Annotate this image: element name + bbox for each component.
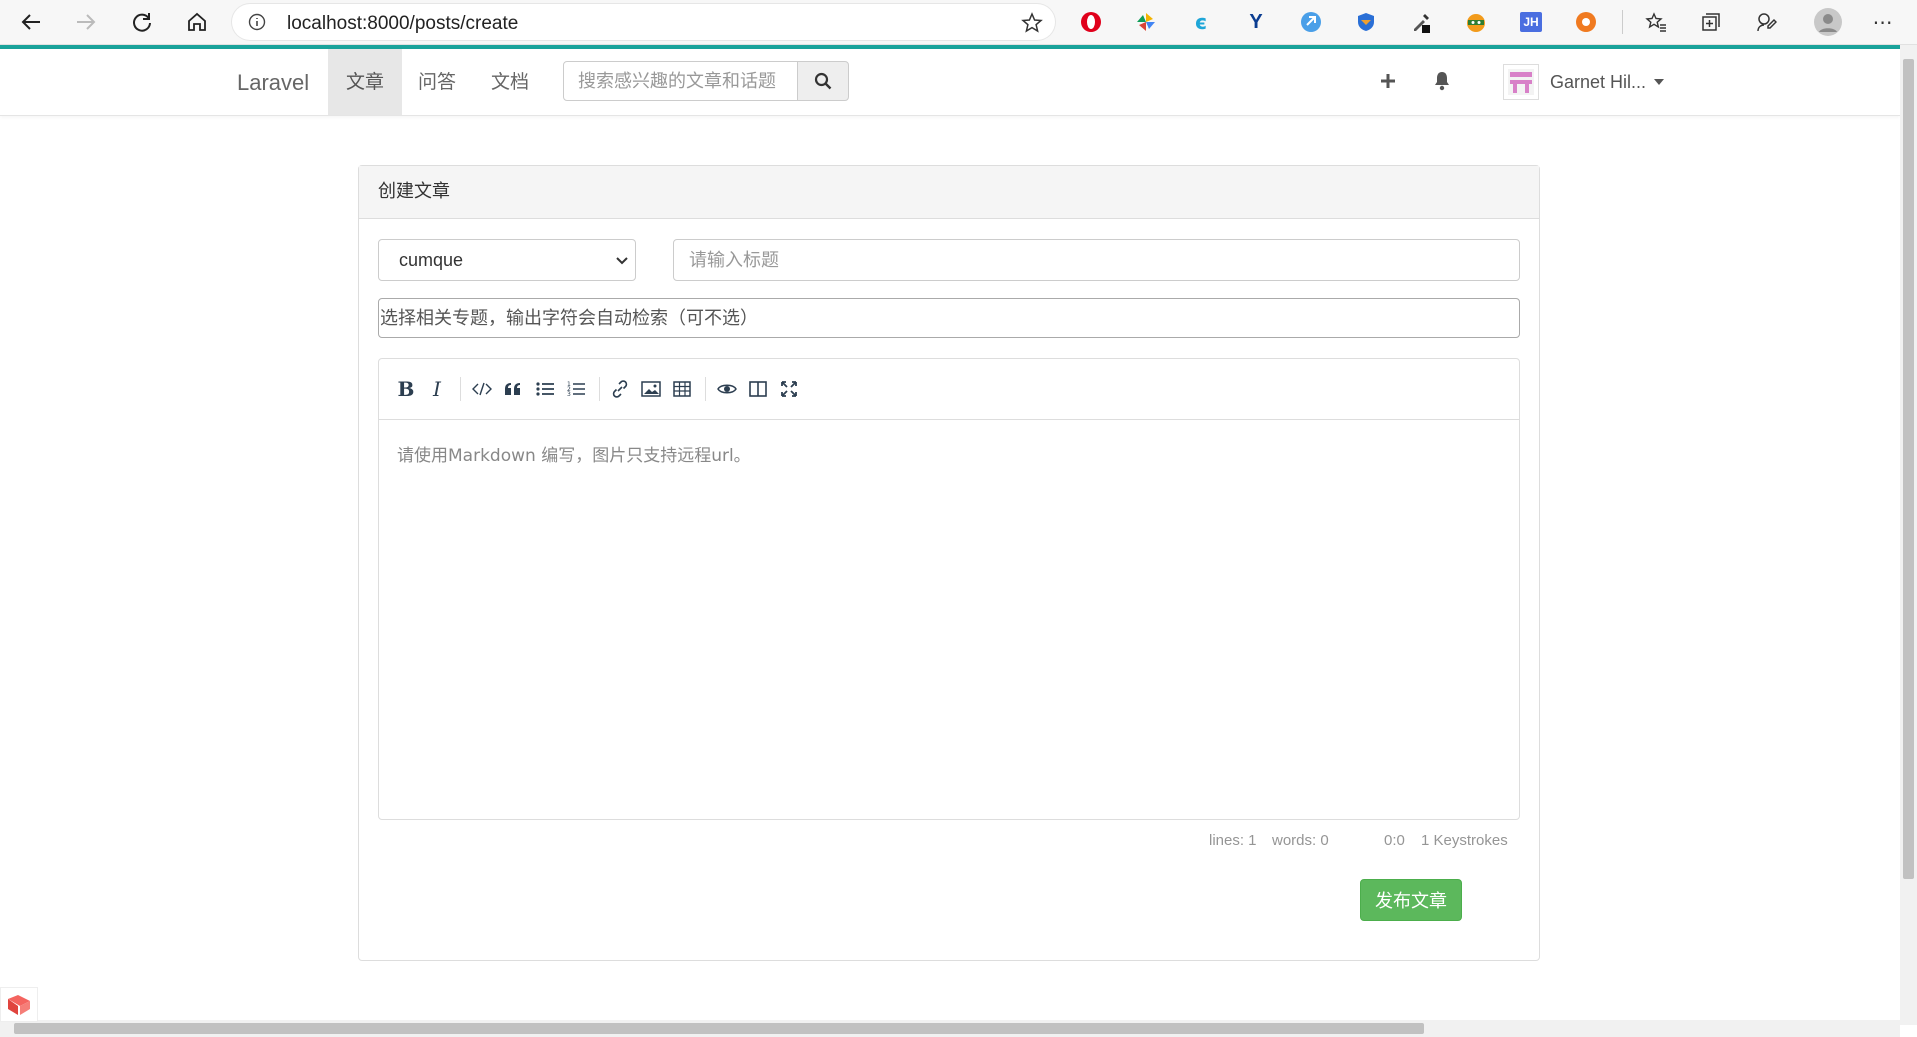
create-button[interactable] (1376, 69, 1400, 93)
info-icon[interactable] (248, 13, 266, 36)
quote-icon[interactable] (499, 375, 527, 403)
unordered-list-icon[interactable] (531, 375, 559, 403)
user-menu[interactable]: Garnet Hil... (1503, 62, 1665, 102)
preview-eye-icon[interactable] (713, 375, 741, 403)
editor-placeholder[interactable]: 请使用Markdown 编写，图片只支持远程url。 (397, 441, 751, 466)
favorites-icon[interactable] (1643, 9, 1669, 35)
nav-item-docs[interactable]: 文档 (473, 49, 547, 115)
arrow-icon[interactable] (1298, 9, 1324, 35)
reload-button[interactable] (126, 6, 158, 38)
side-by-side-icon[interactable] (744, 375, 772, 403)
search-icon (814, 72, 832, 90)
toolbar-separator (460, 377, 461, 401)
table-icon[interactable] (668, 375, 696, 403)
home-icon (188, 12, 206, 31)
category-selected-value: cumque (399, 250, 464, 270)
brand-link[interactable]: Laravel (237, 70, 309, 96)
profile-avatar-icon[interactable] (1813, 7, 1843, 37)
nav-item-qa[interactable]: 问答 (400, 49, 474, 115)
plus-icon (1381, 74, 1395, 88)
status-lines: lines: 1 (1209, 832, 1257, 849)
title-input[interactable] (673, 239, 1520, 281)
jh-icon[interactable]: JH (1518, 9, 1544, 35)
vertical-scroll-thumb[interactable] (1903, 59, 1914, 879)
collections-icon[interactable] (1698, 9, 1724, 35)
favorite-star-icon[interactable] (1021, 12, 1043, 39)
publish-button[interactable]: 发布文章 (1360, 879, 1462, 921)
bold-icon[interactable]: B (392, 375, 420, 403)
feedback-icon[interactable] (1753, 9, 1779, 35)
markdown-editor: B I 123 请使用Markdown 编写，图片只支持远程url。 (378, 358, 1520, 820)
link-icon[interactable] (606, 375, 634, 403)
create-article-panel: 创建文章 cumque B I 123 (358, 165, 1540, 961)
pinwheel-icon[interactable] (1133, 9, 1159, 35)
italic-icon[interactable]: I (423, 375, 451, 403)
fullscreen-icon[interactable] (775, 375, 803, 403)
ninja-icon[interactable] (1463, 9, 1489, 35)
bell-icon (1435, 72, 1449, 91)
opera-icon[interactable] (1078, 9, 1104, 35)
address-bar[interactable]: localhost:8000/posts/create (232, 4, 1055, 40)
orange-icon[interactable] (1573, 9, 1599, 35)
avatar (1503, 64, 1539, 100)
v-icon[interactable]: Y (1243, 9, 1269, 35)
code-icon[interactable] (468, 375, 496, 403)
horizontal-scroll-thumb[interactable] (14, 1023, 1424, 1034)
status-cursor: 0:0 (1384, 832, 1405, 849)
forward-button[interactable] (70, 6, 102, 38)
back-button[interactable] (15, 6, 47, 38)
topic-input[interactable] (378, 298, 1520, 338)
notifications-button[interactable] (1430, 69, 1454, 93)
username: Garnet Hil... (1550, 71, 1647, 92)
toolbar-separator (705, 377, 706, 401)
panel-heading: 创建文章 (359, 166, 1539, 219)
svg-text:3: 3 (567, 391, 571, 398)
eyedropper-icon[interactable] (1408, 9, 1434, 35)
editor-toolbar: B I 123 (379, 359, 1519, 420)
toolbar-divider (1622, 10, 1623, 34)
status-words: words: 0 (1272, 832, 1329, 849)
back-arrow-icon (21, 14, 40, 30)
ordered-list-icon[interactable]: 123 (562, 375, 590, 403)
app-navbar: Laravel 文章 问答 文档 Garnet Hil... (0, 49, 1900, 116)
horizontal-scrollbar[interactable] (0, 1020, 1900, 1037)
search-button[interactable] (797, 61, 849, 101)
nav-item-articles[interactable]: 文章 (328, 49, 403, 115)
reload-icon (133, 13, 151, 32)
forward-arrow-icon (77, 14, 96, 30)
status-keystrokes: 1 Keystrokes (1421, 832, 1508, 849)
browser-toolbar: localhost:8000/posts/create є Y JH ⋯ (0, 0, 1917, 45)
jh-label: JH (1520, 12, 1542, 32)
toolbar-separator (599, 377, 600, 401)
caret-down-icon (1654, 79, 1665, 85)
vertical-scrollbar[interactable] (1900, 45, 1917, 1025)
shield-icon[interactable] (1353, 9, 1379, 35)
laravel-debug-icon[interactable] (0, 987, 38, 1022)
image-icon[interactable] (637, 375, 665, 403)
chevron-down-icon (616, 257, 628, 265)
e-icon[interactable]: є (1188, 9, 1214, 35)
search-input[interactable] (563, 61, 798, 101)
url-text[interactable]: localhost:8000/posts/create (287, 13, 518, 35)
category-select[interactable]: cumque (378, 239, 636, 281)
home-button[interactable] (181, 6, 213, 38)
more-menu-icon[interactable]: ⋯ (1870, 9, 1896, 35)
